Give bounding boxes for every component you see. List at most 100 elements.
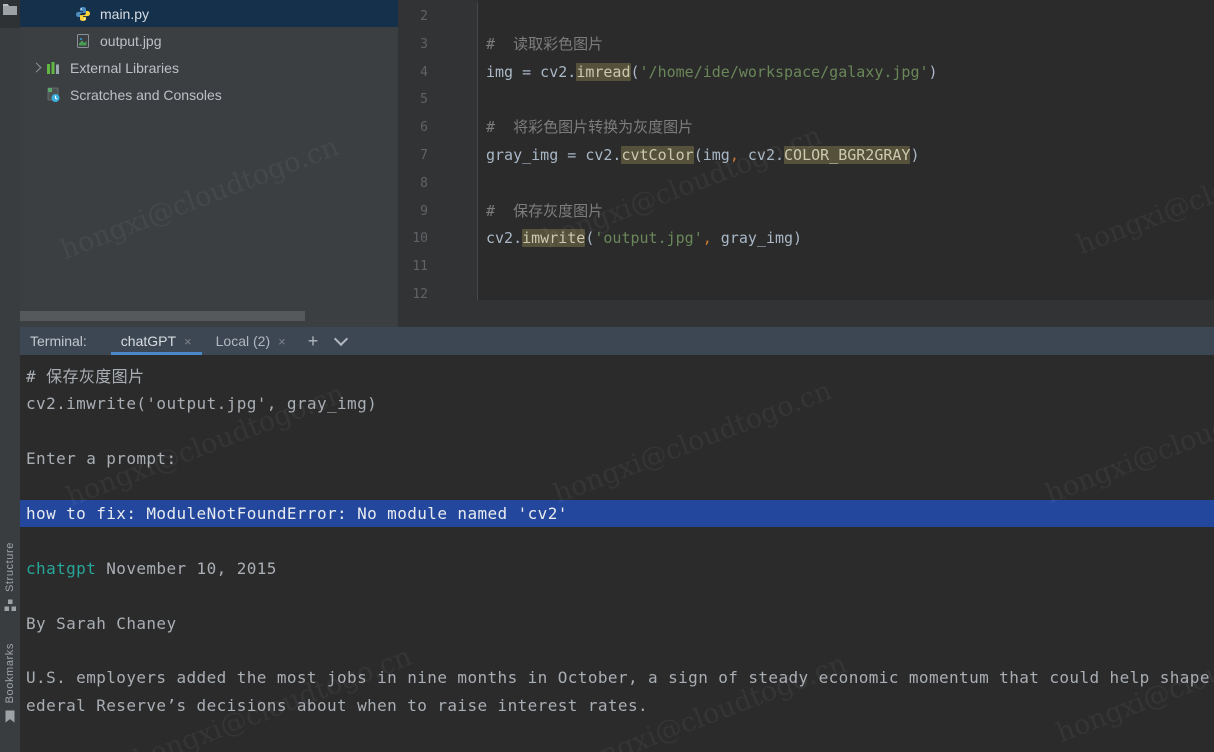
folder-icon bbox=[2, 2, 18, 28]
code-segment: imwrite bbox=[522, 229, 585, 247]
tree-item-label: output.jpg bbox=[100, 33, 162, 49]
code-segment: # 将彩色图片转换为灰度图片 bbox=[486, 118, 693, 136]
code-text: img = cv2.imread('/home/ide/workspace/ga… bbox=[478, 59, 938, 87]
project-tool-button[interactable] bbox=[0, 0, 20, 28]
gutter bbox=[428, 142, 478, 170]
line-number[interactable]: 2 bbox=[398, 3, 428, 31]
gutter bbox=[428, 86, 478, 114]
code-segment: , bbox=[730, 146, 739, 164]
terminal-line bbox=[20, 582, 1214, 609]
code-line: 2 bbox=[398, 3, 1214, 31]
plus-icon[interactable]: + bbox=[308, 332, 319, 350]
terminal-segment: November 10, 2015 bbox=[96, 559, 277, 578]
bookmarks-tool-button[interactable]: Bookmarks bbox=[4, 643, 16, 726]
code-segment: cv2. bbox=[739, 146, 784, 164]
gutter bbox=[428, 281, 478, 300]
code-segment: '/home/ide/workspace/galaxy.jpg' bbox=[640, 63, 929, 81]
tree-item-scratches-and-consoles[interactable]: Scratches and Consoles bbox=[20, 81, 398, 108]
terminal-line: By Sarah Chaney bbox=[20, 610, 1214, 637]
code-editor[interactable]: 23 # 读取彩色图片 4 img = cv2.imread('/home/ide/w… bbox=[398, 0, 1214, 300]
code-text bbox=[478, 86, 486, 114]
gutter bbox=[428, 225, 478, 253]
chevron-down-icon[interactable] bbox=[334, 332, 348, 346]
close-icon[interactable]: × bbox=[278, 335, 286, 348]
code-text: # 保存灰度图片 bbox=[478, 198, 603, 226]
gutter bbox=[428, 59, 478, 87]
line-number[interactable]: 12 bbox=[398, 281, 428, 300]
structure-tool-button[interactable]: Structure bbox=[4, 542, 17, 615]
terminal-output[interactable]: # 保存灰度图片 cv2.imwrite('output.jpg', gray_i… bbox=[20, 355, 1214, 752]
terminal-segment: cv2.imwrite('output.jpg', gray_img) bbox=[26, 394, 377, 413]
code-line: 7 gray_img = cv2.cvtColor(img, cv2.COLOR_… bbox=[398, 142, 1214, 170]
structure-label: Structure bbox=[4, 542, 16, 592]
code-text: gray_img = cv2.cvtColor(img, cv2.COLOR_B… bbox=[478, 142, 920, 170]
terminal-tab-bar: Terminal: chatGPT×Local (2)× + bbox=[20, 327, 1214, 355]
editor-bottom-strip bbox=[398, 300, 1214, 327]
terminal-selected-line: how to fix: ModuleNotFoundError: No modu… bbox=[20, 500, 1214, 527]
code-text bbox=[478, 3, 486, 31]
libraries-icon bbox=[45, 60, 61, 76]
line-number[interactable]: 3 bbox=[398, 31, 428, 59]
terminal-line bbox=[20, 473, 1214, 500]
chevron-right-icon[interactable] bbox=[27, 64, 45, 71]
line-number[interactable]: 11 bbox=[398, 253, 428, 281]
terminal-line: # 保存灰度图片 bbox=[20, 363, 1214, 390]
structure-icon bbox=[4, 599, 17, 615]
terminal-line: cv2.imwrite('output.jpg', gray_img) bbox=[20, 390, 1214, 417]
tool-stripe-bottom: Structure Bookmarks bbox=[0, 542, 20, 726]
tree-item-label: Scratches and Consoles bbox=[70, 87, 222, 103]
terminal-line: chatgpt November 10, 2015 bbox=[20, 555, 1214, 582]
tree-item-main-py[interactable]: main.py bbox=[20, 0, 398, 27]
close-icon[interactable]: × bbox=[184, 335, 192, 348]
terminal-tab-chatgpt[interactable]: chatGPT× bbox=[109, 327, 204, 355]
code-line: 5 bbox=[398, 86, 1214, 114]
code-segment: imread bbox=[576, 63, 630, 81]
terminal-tabs: chatGPT× Local (2) × bbox=[109, 327, 298, 355]
code-text: cv2.imwrite('output.jpg', gray_img) bbox=[478, 225, 802, 253]
code-line: 11 bbox=[398, 253, 1214, 281]
code-text: # 读取彩色图片 bbox=[478, 31, 603, 59]
code-line: 9 # 保存灰度图片 bbox=[398, 198, 1214, 226]
code-line: 6 # 将彩色图片转换为灰度图片 bbox=[398, 114, 1214, 142]
code-segment: , bbox=[703, 229, 712, 247]
ide-window: Structure Bookmarks main.py output.jpg Ext… bbox=[0, 0, 1214, 752]
image-file-icon bbox=[75, 33, 91, 49]
gutter bbox=[428, 170, 478, 198]
line-number[interactable]: 4 bbox=[398, 59, 428, 87]
code-line: 4 img = cv2.imread('/home/ide/workspace/g… bbox=[398, 59, 1214, 87]
line-number[interactable]: 7 bbox=[398, 142, 428, 170]
line-number[interactable]: 5 bbox=[398, 86, 428, 114]
code-segment: ) bbox=[910, 146, 919, 164]
python-file-icon bbox=[75, 6, 91, 22]
code-text bbox=[478, 281, 486, 300]
left-tool-stripe: Structure Bookmarks bbox=[0, 0, 21, 752]
gutter bbox=[428, 3, 478, 31]
line-number[interactable]: 9 bbox=[398, 198, 428, 226]
terminal-line bbox=[20, 637, 1214, 664]
code-segment: # 保存灰度图片 bbox=[486, 202, 603, 220]
terminal-line: Enter a prompt: bbox=[20, 445, 1214, 472]
terminal-line bbox=[20, 527, 1214, 554]
project-horizontal-scrollbar[interactable] bbox=[20, 311, 305, 321]
code-segment: cv2. bbox=[486, 229, 522, 247]
line-number[interactable]: 8 bbox=[398, 170, 428, 198]
terminal-line bbox=[20, 418, 1214, 445]
code-segment: img = cv2. bbox=[486, 63, 576, 81]
line-number[interactable]: 10 bbox=[398, 225, 428, 253]
code-segment: ( bbox=[631, 63, 640, 81]
terminal-segment: # 保存灰度图片 bbox=[26, 367, 144, 386]
code-line: 8 bbox=[398, 170, 1214, 198]
gutter bbox=[428, 198, 478, 226]
terminal-tab-local-2[interactable]: Local (2) × bbox=[204, 327, 298, 355]
tree-item-external-libraries[interactable]: External Libraries bbox=[20, 54, 398, 81]
tree-item-output-jpg[interactable]: output.jpg bbox=[20, 27, 398, 54]
line-number[interactable]: 6 bbox=[398, 114, 428, 142]
code-text bbox=[478, 253, 486, 281]
code-segment: (img bbox=[694, 146, 730, 164]
code-segment: gray_img) bbox=[712, 229, 802, 247]
tab-label: Local (2) bbox=[216, 333, 270, 349]
project-panel: main.py output.jpg External Libraries Scrat… bbox=[20, 0, 398, 327]
bookmark-icon bbox=[4, 710, 16, 726]
terminal-line: U.S. employers added the most jobs in ni… bbox=[20, 664, 1214, 691]
terminal-segment: how to fix: ModuleNotFoundError: No modu… bbox=[26, 504, 568, 523]
